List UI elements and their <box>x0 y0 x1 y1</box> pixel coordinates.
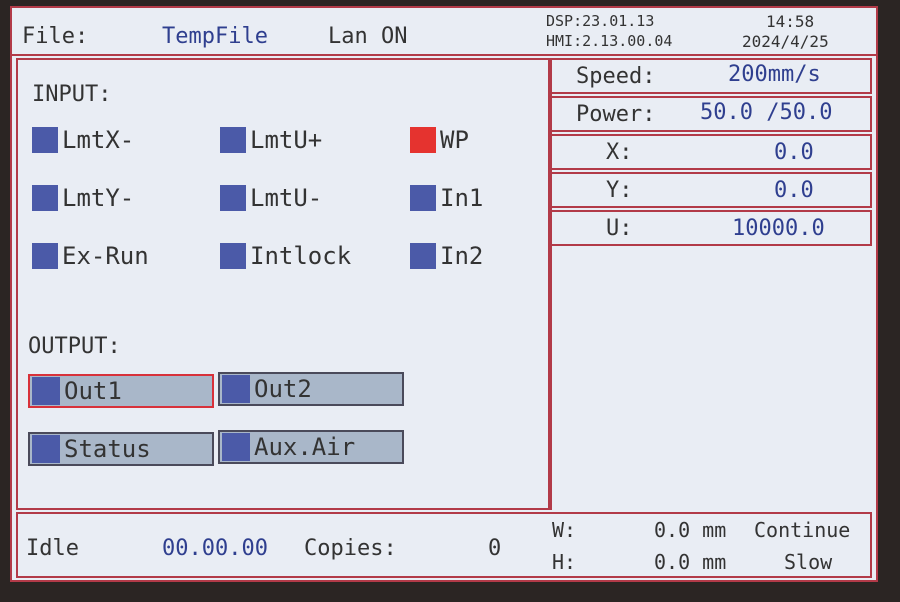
indicator-out1 <box>32 377 60 405</box>
indicator-lmtx-minus <box>32 127 58 153</box>
x-row: X: 0.0 <box>552 134 872 170</box>
indicator-status <box>32 435 60 463</box>
width-value: 0.0 mm <box>654 518 727 542</box>
u-row: U: 10000.0 <box>552 210 872 246</box>
y-label: Y: <box>606 178 633 203</box>
indicator-intlock <box>220 243 246 269</box>
indicator-aux-air <box>222 433 250 461</box>
input-label: Intlock <box>250 242 352 270</box>
x-value: 0.0 <box>774 140 814 165</box>
input-wp: WP <box>410 126 469 154</box>
output-title: OUTPUT: <box>28 334 121 359</box>
io-panel: INPUT: LmtX- LmtU+ WP LmtY- LmtU- In1 Ex… <box>16 58 550 510</box>
input-lmty-minus: LmtY- <box>32 184 134 212</box>
copies-value: 0 <box>488 536 502 561</box>
input-lmtu-plus: LmtU+ <box>220 126 322 154</box>
power-value: 50.0 /50.0 <box>700 100 833 125</box>
indicator-lmty-minus <box>32 185 58 211</box>
input-label: In1 <box>440 184 484 212</box>
output-label: Aux.Air <box>254 433 356 461</box>
power-row[interactable]: Power: 50.0 /50.0 <box>552 96 872 132</box>
height-label: H: <box>552 550 577 574</box>
input-lmtx-minus: LmtX- <box>32 126 134 154</box>
clock-date: 2024/4/25 <box>742 32 829 51</box>
input-intlock: Intlock <box>220 242 351 270</box>
clock-time: 14:58 <box>766 12 815 31</box>
indicator-ex-run <box>32 243 58 269</box>
header-bar: File: TempFile Lan ON DSP:23.01.13 HMI:2… <box>12 8 876 56</box>
dsp-version: DSP:23.01.13 <box>546 12 655 30</box>
file-label: File: <box>22 24 89 49</box>
input-title: INPUT: <box>32 82 112 107</box>
speed-label: Speed: <box>576 64 656 89</box>
output-label: Out1 <box>64 377 122 405</box>
speed-row[interactable]: Speed: 200mm/s <box>552 58 872 94</box>
machine-state: Idle <box>26 536 79 561</box>
output-label: Status <box>64 435 151 463</box>
output-aux-air-button[interactable]: Aux.Air <box>218 430 404 464</box>
elapsed-time: 00.00.00 <box>162 536 268 561</box>
y-value: 0.0 <box>774 178 814 203</box>
u-label: U: <box>606 216 633 241</box>
indicator-in1 <box>410 185 436 211</box>
status-bar: Idle 00.00.00 Copies: 0 W: H: 0.0 mm 0.0… <box>16 512 872 578</box>
speed-value: 200mm/s <box>728 62 821 87</box>
input-ex-run: Ex-Run <box>32 242 149 270</box>
output-out1-button[interactable]: Out1 <box>28 374 214 408</box>
input-label: In2 <box>440 242 484 270</box>
input-label: LmtU+ <box>250 126 323 154</box>
indicator-in2 <box>410 243 436 269</box>
indicator-out2 <box>222 375 250 403</box>
input-label: WP <box>440 126 469 154</box>
input-label: LmtU- <box>250 184 323 212</box>
output-label: Out2 <box>254 375 312 403</box>
input-lmtu-minus: LmtU- <box>220 184 322 212</box>
power-label: Power: <box>576 102 656 127</box>
file-name[interactable]: TempFile <box>162 24 268 49</box>
indicator-lmtu-plus <box>220 127 246 153</box>
input-label: LmtY- <box>62 184 135 212</box>
run-mode: Continue <box>754 518 851 542</box>
y-row: Y: 0.0 <box>552 172 872 208</box>
lan-status: Lan ON <box>328 24 408 49</box>
width-label: W: <box>552 518 577 542</box>
output-out2-button[interactable]: Out2 <box>218 372 404 406</box>
hmi-version: HMI:2.13.00.04 <box>546 32 673 50</box>
output-status-button[interactable]: Status <box>28 432 214 466</box>
input-in1: In1 <box>410 184 483 212</box>
x-label: X: <box>606 140 633 165</box>
input-label: LmtX- <box>62 126 135 154</box>
height-value: 0.0 mm <box>654 550 727 574</box>
indicator-lmtu-minus <box>220 185 246 211</box>
controller-screen: File: TempFile Lan ON DSP:23.01.13 HMI:2… <box>10 6 878 582</box>
parameter-panel: Speed: 200mm/s Power: 50.0 /50.0 X: 0.0 … <box>550 58 872 510</box>
copies-label: Copies: <box>304 536 397 561</box>
indicator-wp <box>410 127 436 153</box>
speed-mode: Slow <box>784 550 833 574</box>
u-value: 10000.0 <box>732 216 825 241</box>
input-in2: In2 <box>410 242 483 270</box>
input-label: Ex-Run <box>62 242 149 270</box>
